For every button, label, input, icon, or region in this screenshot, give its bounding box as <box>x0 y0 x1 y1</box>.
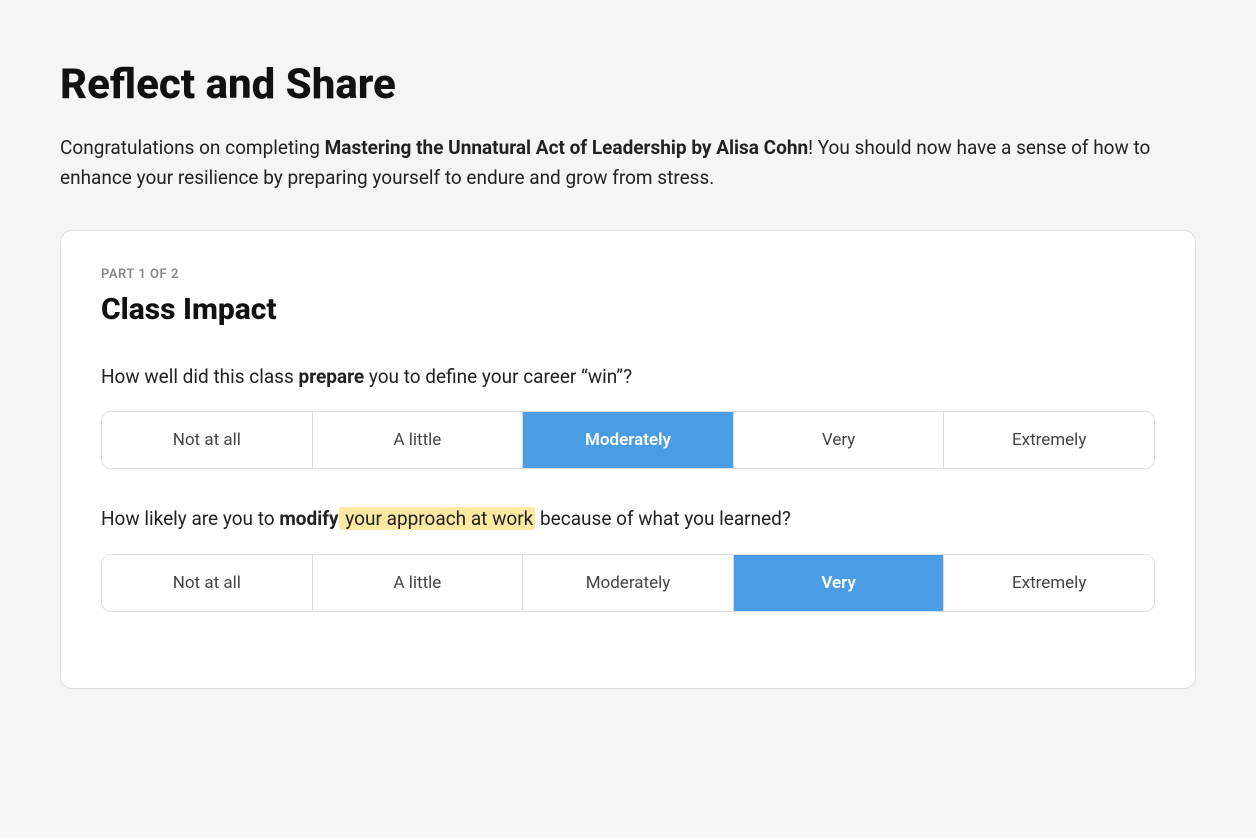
page-title: Reflect and Share <box>60 60 1196 109</box>
question-2-options: Not at all A little Moderately Very Extr… <box>101 554 1155 612</box>
q1-option-very[interactable]: Very <box>734 412 945 468</box>
q2-option-not-at-all[interactable]: Not at all <box>102 555 313 611</box>
q2-option-extremely[interactable]: Extremely <box>944 555 1154 611</box>
section-title: Class Impact <box>101 292 1155 327</box>
part-label: PART 1 OF 2 <box>101 267 1155 282</box>
question-block-1: How well did this class prepare you to d… <box>101 363 1155 470</box>
question-text-1: How well did this class prepare you to d… <box>101 363 1155 392</box>
q2-option-moderately[interactable]: Moderately <box>523 555 734 611</box>
q2-option-very[interactable]: Very <box>734 555 945 611</box>
question-block-2: How likely are you to modify your approa… <box>101 505 1155 612</box>
q1-option-extremely[interactable]: Extremely <box>944 412 1154 468</box>
question-2-bold: modify <box>279 507 338 530</box>
question-1-bold: prepare <box>299 365 365 388</box>
intro-text-bold: Mastering the Unnatural Act of Leadershi… <box>325 136 808 159</box>
q2-option-a-little[interactable]: A little <box>313 555 524 611</box>
q1-option-moderately[interactable]: Moderately <box>523 412 734 468</box>
intro-text-before: Congratulations on completing <box>60 136 325 159</box>
intro-paragraph: Congratulations on completing Mastering … <box>60 133 1160 194</box>
question-1-options: Not at all A little Moderately Very Extr… <box>101 411 1155 469</box>
reflection-card: PART 1 OF 2 Class Impact How well did th… <box>60 230 1196 689</box>
q1-option-not-at-all[interactable]: Not at all <box>102 412 313 468</box>
question-2-highlight: your approach at work <box>339 507 536 530</box>
q1-option-a-little[interactable]: A little <box>313 412 524 468</box>
question-text-2: How likely are you to modify your approa… <box>101 505 1155 534</box>
